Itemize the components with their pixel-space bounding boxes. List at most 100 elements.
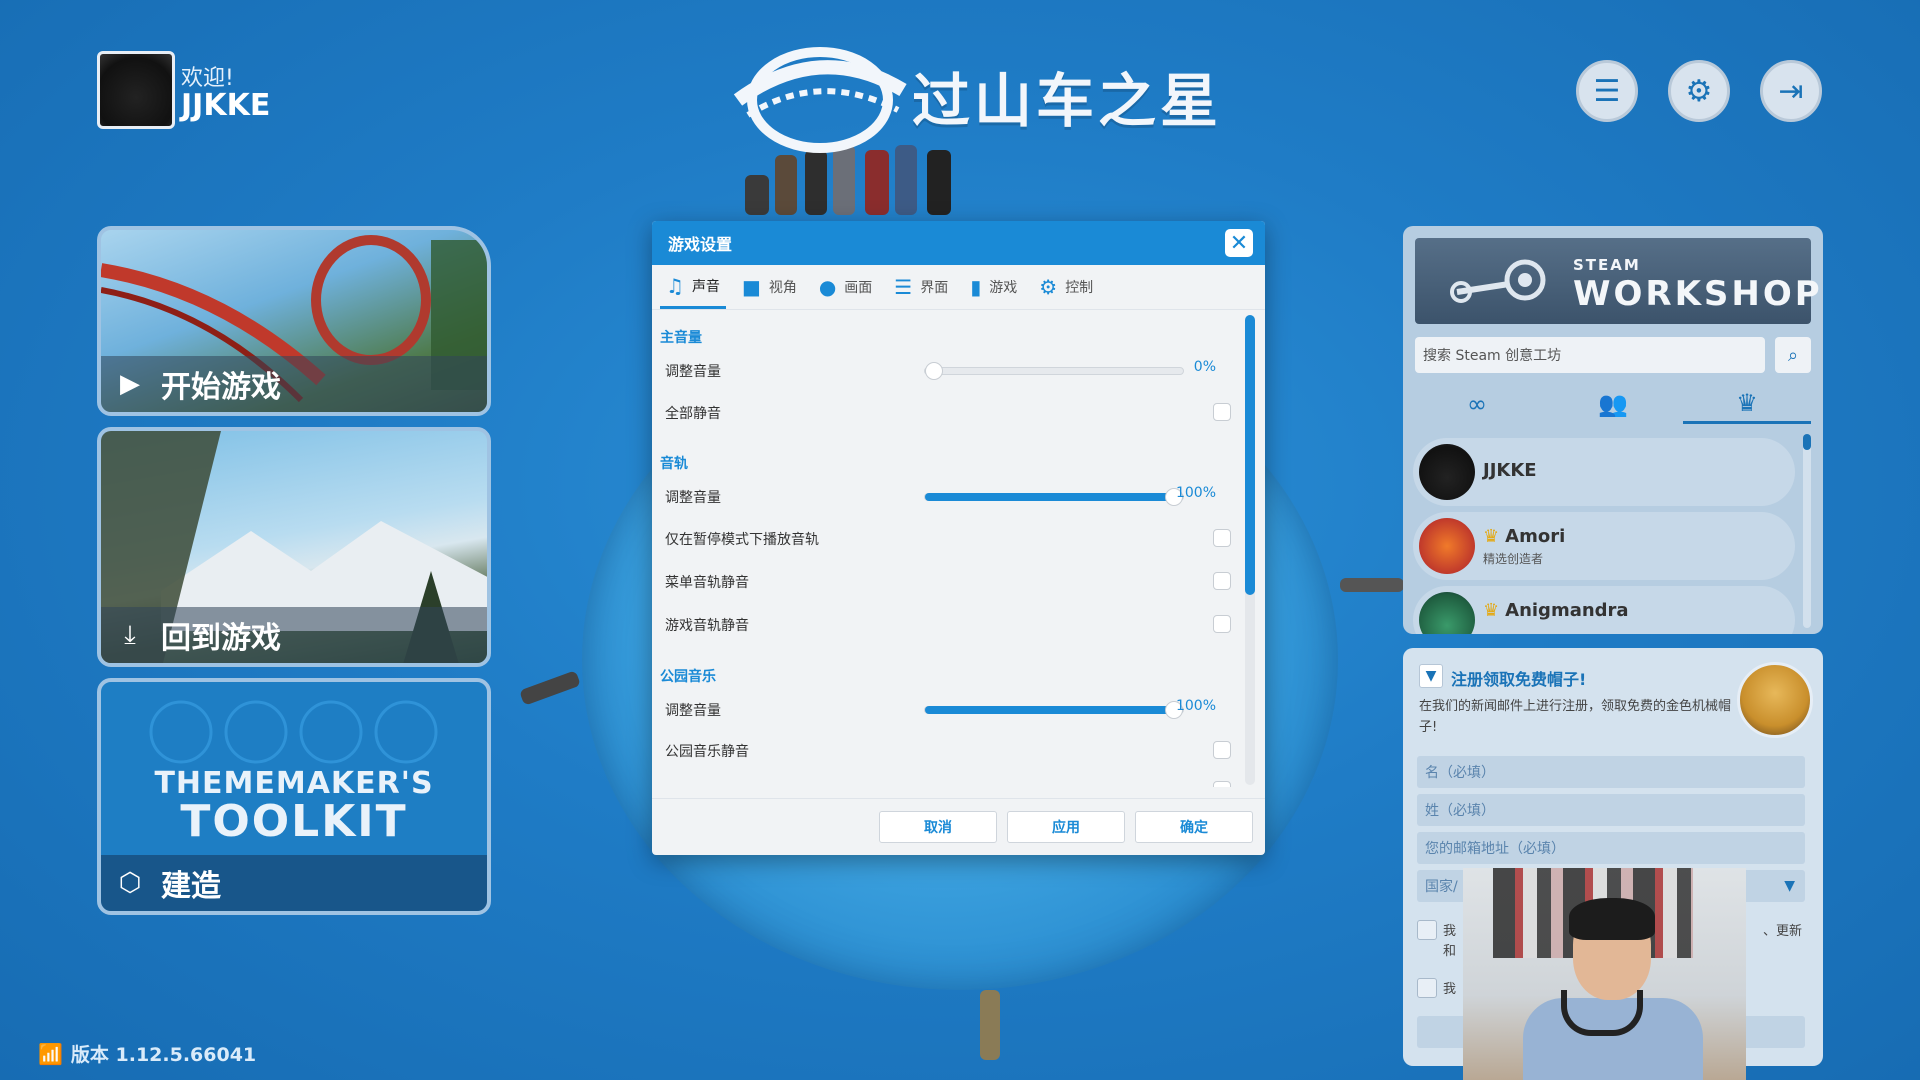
settings-scrollbar[interactable]	[1245, 315, 1255, 785]
cancel-button[interactable]: 取消	[879, 811, 997, 843]
chevron-down-icon: ▼	[1425, 668, 1437, 684]
park-music-mute-checkbox[interactable]	[1213, 741, 1231, 759]
floating-figure-right	[1340, 578, 1404, 592]
master-volume-label: 调整音量	[665, 364, 721, 380]
group-icon: 👥	[1598, 390, 1628, 418]
settings-scroll-thumb[interactable]	[1245, 315, 1255, 595]
build-card[interactable]: THEMEMAKER'S TOOLKIT ⬡ 建造	[97, 678, 491, 915]
tab-sound[interactable]: ♫ 声音	[660, 265, 726, 309]
tab-friends[interactable]: 👥	[1549, 384, 1677, 424]
workshop-banner[interactable]: STEAM WORKSHOP	[1415, 238, 1820, 324]
master-volume-slider[interactable]	[924, 362, 1184, 380]
wifi-icon: 📶	[38, 1041, 63, 1066]
newsletter-description: 在我们的新闻邮件上进行注册，领取免费的金色机械帽子!	[1419, 699, 1732, 735]
consent-text-line2: 和	[1443, 944, 1457, 959]
search-icon: ⌕	[1787, 344, 1799, 366]
tab-all[interactable]: ∞	[1413, 384, 1541, 424]
master-volume-value: 0%	[1193, 359, 1216, 375]
webcam-overlay	[1463, 868, 1746, 1080]
music-pause-only-checkbox[interactable]	[1213, 529, 1231, 547]
music-volume-slider[interactable]	[924, 488, 1184, 506]
park-volume-label: 调整音量	[665, 703, 721, 719]
creator-name-row: ♛ Amori	[1483, 526, 1565, 547]
chevron-down-icon: ▼	[1784, 878, 1795, 894]
creator-scrollbar[interactable]	[1803, 434, 1811, 628]
section-park-title: 公园音乐	[660, 669, 716, 685]
tab-sound-label: 声音	[691, 278, 720, 295]
settings-button[interactable]: ⚙	[1668, 60, 1730, 122]
music-volume-label: 调整音量	[665, 490, 721, 506]
build-label: 建造	[161, 869, 221, 904]
gear-icon: ⚙	[1039, 275, 1058, 299]
user-avatar[interactable]	[97, 51, 175, 129]
version-text: 版本 1.12.5.66041	[70, 1044, 257, 1066]
park-volume-slider[interactable]	[924, 701, 1184, 719]
music-volume-value: 100%	[1175, 485, 1216, 501]
start-game-label: 开始游戏	[161, 370, 281, 405]
dialog-footer: 取消 应用 确定	[652, 798, 1265, 855]
settings-dialog: 游戏设置 ✕ ♫ 声音 ■ 视角 ● 画面 ☰ 界面 ▮ 游戏 ⚙ 控制 主音量	[652, 221, 1265, 855]
tab-interface[interactable]: ☰ 界面	[888, 265, 954, 309]
creator-avatar	[1419, 444, 1475, 500]
creator-scroll-thumb[interactable]	[1803, 434, 1811, 450]
game-music-mute-checkbox[interactable]	[1213, 615, 1231, 633]
age-text: 我	[1443, 982, 1457, 997]
helmet-avatar-icon	[1737, 662, 1813, 738]
apply-button[interactable]: 应用	[1007, 811, 1125, 843]
collapse-toggle[interactable]: ▼	[1419, 664, 1443, 688]
creator-avatar	[1419, 592, 1475, 634]
settings-list: 主音量 调整音量 0% 全部静音 音轨 调整音量 100% 仅在暂停模式下播放音…	[652, 311, 1242, 787]
game-music-mute-label: 游戏音轨静音	[665, 618, 749, 634]
consent-checkbox[interactable]	[1417, 920, 1437, 940]
menu-button[interactable]: ☰	[1576, 60, 1638, 122]
creator-name: JJKKE	[1483, 460, 1537, 481]
country-label: 国家/	[1425, 879, 1458, 895]
exit-button[interactable]: ⇥	[1760, 60, 1822, 122]
consent-text-start: 我	[1443, 924, 1457, 939]
version-info: 📶 版本 1.12.5.66041	[38, 1040, 256, 1067]
last-name-field[interactable]: 姓（必填）	[1417, 794, 1805, 826]
start-game-bar: ▶ 开始游戏	[101, 356, 487, 412]
tab-controls-label: 控制	[1065, 280, 1094, 296]
tab-graphics[interactable]: ● 画面	[813, 265, 878, 309]
tab-game-label: 游戏	[989, 280, 1018, 296]
age-checkbox[interactable]	[1417, 978, 1437, 998]
tab-featured[interactable]: ♛	[1683, 384, 1811, 424]
partial-row-checkbox[interactable]	[1213, 781, 1231, 787]
menu-music-mute-checkbox[interactable]	[1213, 572, 1231, 590]
email-field[interactable]: 您的邮箱地址（必填）	[1417, 832, 1805, 864]
creator-item[interactable]: JJKKE	[1413, 438, 1795, 506]
music-icon: ♫	[666, 273, 684, 298]
tab-graphics-label: 画面	[844, 280, 873, 296]
creator-name: Anigmandra	[1505, 600, 1629, 621]
dialog-header: 游戏设置 ✕	[652, 221, 1265, 265]
settings-tabs: ♫ 声音 ■ 视角 ● 画面 ☰ 界面 ▮ 游戏 ⚙ 控制	[652, 265, 1265, 310]
tab-interface-label: 界面	[920, 280, 949, 296]
park-volume-value: 100%	[1175, 698, 1216, 714]
workshop-search-button[interactable]: ⌕	[1775, 337, 1811, 373]
list-icon: ☰	[1593, 73, 1621, 109]
workshop-search-input[interactable]: 搜索 Steam 创意工坊	[1415, 337, 1765, 373]
master-volume-knob[interactable]	[925, 362, 943, 380]
palette-icon: ●	[818, 275, 837, 299]
crown-icon: ♛	[1736, 388, 1758, 417]
cube-icon: ⬡	[118, 868, 142, 898]
bar-chart-icon: ▮	[970, 275, 982, 299]
music-volume-fill	[925, 493, 1183, 501]
ok-button[interactable]: 确定	[1135, 811, 1253, 843]
first-name-field[interactable]: 名（必填）	[1417, 756, 1805, 788]
tab-controls[interactable]: ⚙ 控制	[1033, 265, 1099, 309]
tab-camera[interactable]: ■ 视角	[736, 265, 803, 309]
close-button[interactable]: ✕	[1225, 229, 1253, 257]
creator-item[interactable]: ♛ Anigmandra	[1413, 586, 1795, 634]
steam-label: STEAM	[1573, 256, 1641, 274]
gear-icon: ⚙	[1685, 73, 1713, 109]
person-hair	[1569, 898, 1655, 940]
start-game-card[interactable]: ▶ 开始游戏	[97, 226, 491, 416]
creator-item[interactable]: ♛ Amori 精选创造者	[1413, 512, 1795, 580]
section-music-title: 音轨	[660, 456, 688, 472]
creator-subtitle: 精选创造者	[1483, 552, 1544, 566]
tab-game[interactable]: ▮ 游戏	[964, 265, 1023, 309]
master-mute-checkbox[interactable]	[1213, 403, 1231, 421]
resume-game-card[interactable]: ⤓ 回到游戏	[97, 427, 491, 667]
